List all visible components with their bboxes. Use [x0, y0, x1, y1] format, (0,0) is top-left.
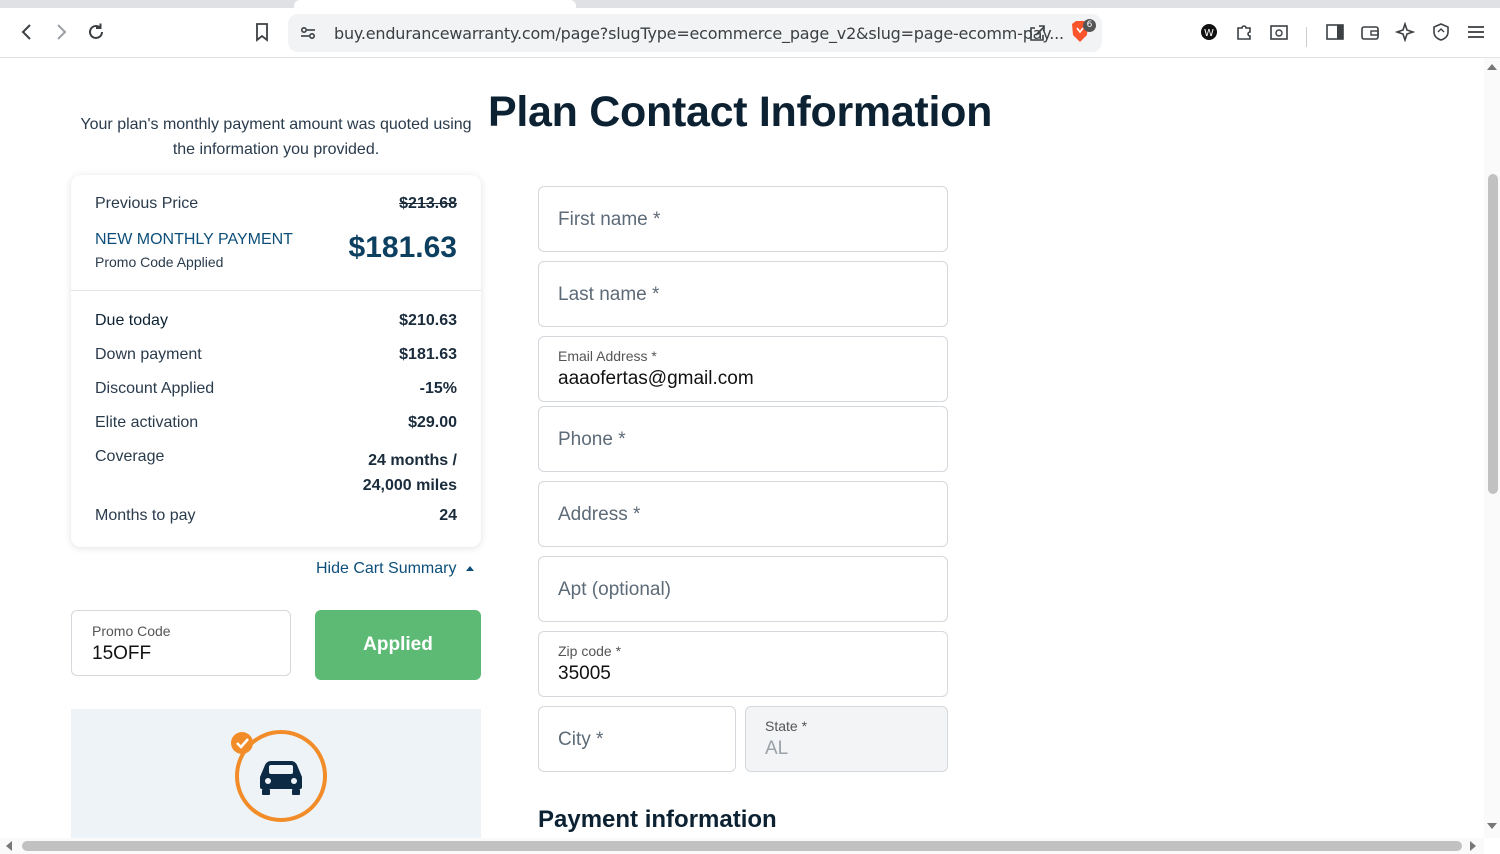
promo-code-label: Promo Code [92, 623, 171, 639]
zip-code-field[interactable]: Zip code * 35005 [538, 631, 948, 697]
zip-code-label: Zip code * [558, 643, 622, 659]
url-text[interactable]: buy.endurancewarranty.com/page?slugType=… [334, 24, 1064, 43]
share-icon[interactable] [1023, 19, 1051, 47]
browser-toolbar: buy.endurancewarranty.com/page?slugType=… [0, 8, 1500, 58]
back-icon[interactable] [13, 18, 41, 46]
menu-icon[interactable] [1462, 18, 1490, 46]
reader-mode-icon[interactable] [1265, 18, 1293, 46]
email-label: Email Address * [558, 348, 657, 364]
apt-placeholder: Apt (optional) [558, 579, 672, 600]
reload-icon[interactable] [82, 18, 110, 46]
page-title: Plan Contact Information [488, 88, 993, 136]
brave-shields-icon[interactable]: 6 [1066, 18, 1096, 51]
zip-code-value[interactable]: 35005 [558, 663, 611, 685]
leo-ai-icon[interactable] [1391, 18, 1419, 46]
previous-price-label: Previous Price [95, 195, 199, 212]
cart-divider [71, 290, 481, 291]
last-name-field[interactable]: Last name * [538, 261, 948, 327]
city-field[interactable]: City * [538, 706, 736, 772]
tab-strip [0, 0, 1500, 8]
first-name-field[interactable]: First name * [538, 186, 948, 252]
cart-row-value: $181.63 [399, 346, 457, 363]
applied-button[interactable]: Applied [315, 610, 481, 680]
page-content: Your plan's monthly payment amount was q… [0, 58, 1500, 854]
last-name-placeholder: Last name * [558, 284, 660, 305]
wallet-icon[interactable] [1356, 18, 1384, 46]
scroll-right-arrow-icon[interactable] [1470, 841, 1476, 851]
scroll-left-arrow-icon[interactable] [6, 841, 12, 851]
coverage-miles: 24,000 miles [362, 477, 457, 494]
cart-row-elite-activation: Elite activation $29.00 [95, 414, 457, 432]
active-tab[interactable] [294, 0, 576, 8]
cart-row-discount: Discount Applied -15% [95, 380, 457, 398]
shields-count: 6 [1083, 19, 1096, 32]
phone-field[interactable]: Phone * [538, 406, 948, 472]
site-settings-icon[interactable] [294, 19, 322, 47]
cart-row-label: Due today [95, 312, 168, 329]
cart-row-label: Elite activation [95, 414, 199, 431]
previous-price-row: Previous Price $213.68 [95, 195, 457, 213]
sidebar-toggle-icon[interactable] [1321, 18, 1349, 46]
city-placeholder: City * [558, 729, 604, 750]
cart-row-coverage: Coverage 24 months / 24,000 miles [95, 448, 457, 494]
cart-row-label: Down payment [95, 346, 202, 363]
address-placeholder: Address * [558, 504, 641, 525]
horizontal-scrollbar-thumb[interactable] [22, 841, 1462, 851]
vertical-scrollbar-thumb[interactable] [1488, 174, 1498, 494]
state-field: State * AL [745, 706, 948, 772]
scroll-up-arrow-icon[interactable] [1487, 64, 1497, 70]
new-payment-value: $181.63 [348, 231, 457, 264]
scroll-down-arrow-icon[interactable] [1487, 823, 1497, 829]
email-value[interactable]: aaaofertas@gmail.com [558, 368, 754, 390]
first-name-placeholder: First name * [558, 209, 661, 230]
email-field[interactable]: Email Address * aaaofertas@gmail.com [538, 336, 948, 402]
hide-cart-summary-link[interactable]: Hide Cart Summary [316, 560, 475, 578]
promo-code-value[interactable]: 15OFF [92, 643, 151, 665]
vpn-shield-icon[interactable] [1427, 18, 1455, 46]
intro-text: Your plan's monthly payment amount was q… [80, 116, 472, 158]
cart-row-down-payment: Down payment $181.63 [95, 346, 457, 364]
cart-row-label: Months to pay [95, 507, 196, 524]
promo-code-field[interactable]: Promo Code 15OFF [71, 610, 291, 676]
payment-information-heading: Payment information [538, 806, 777, 833]
toolbar-separator [1306, 27, 1307, 47]
forward-icon[interactable] [47, 18, 75, 46]
cart-summary: Previous Price $213.68 NEW MONTHLY PAYME… [71, 175, 481, 547]
address-bar[interactable]: buy.endurancewarranty.com/page?slugType=… [288, 14, 1102, 52]
extensions-puzzle-icon[interactable] [1230, 18, 1258, 46]
bookmark-icon[interactable] [248, 18, 276, 46]
address-field[interactable]: Address * [538, 481, 948, 547]
car-protection-icon [231, 730, 327, 822]
cart-row-value: -15% [419, 380, 457, 397]
coverage-months: 24 months / [368, 452, 457, 469]
caret-up-icon [466, 566, 475, 571]
apt-field[interactable]: Apt (optional) [538, 556, 948, 622]
cart-row-label: Discount Applied [95, 380, 215, 397]
cart-row-due-today: Due today $210.63 [95, 312, 457, 330]
state-label: State * [765, 718, 808, 734]
cart-row-label: Coverage [95, 448, 165, 465]
cart-row-value: $210.63 [399, 312, 457, 329]
previous-price-value: $213.68 [399, 195, 457, 212]
coverage-image-panel [71, 709, 481, 854]
cart-row-months-to-pay: Months to pay 24 [95, 507, 457, 525]
phone-placeholder: Phone * [558, 429, 626, 450]
cart-row-value: 24 months / 24,000 miles [363, 448, 457, 498]
cart-row-value: $29.00 [408, 414, 457, 431]
state-value: AL [765, 738, 789, 759]
extension-w-icon[interactable]: W [1195, 18, 1223, 46]
cart-row-value: 24 [439, 507, 457, 524]
hide-cart-label: Hide Cart Summary [316, 560, 457, 577]
svg-text:W: W [1204, 28, 1214, 39]
